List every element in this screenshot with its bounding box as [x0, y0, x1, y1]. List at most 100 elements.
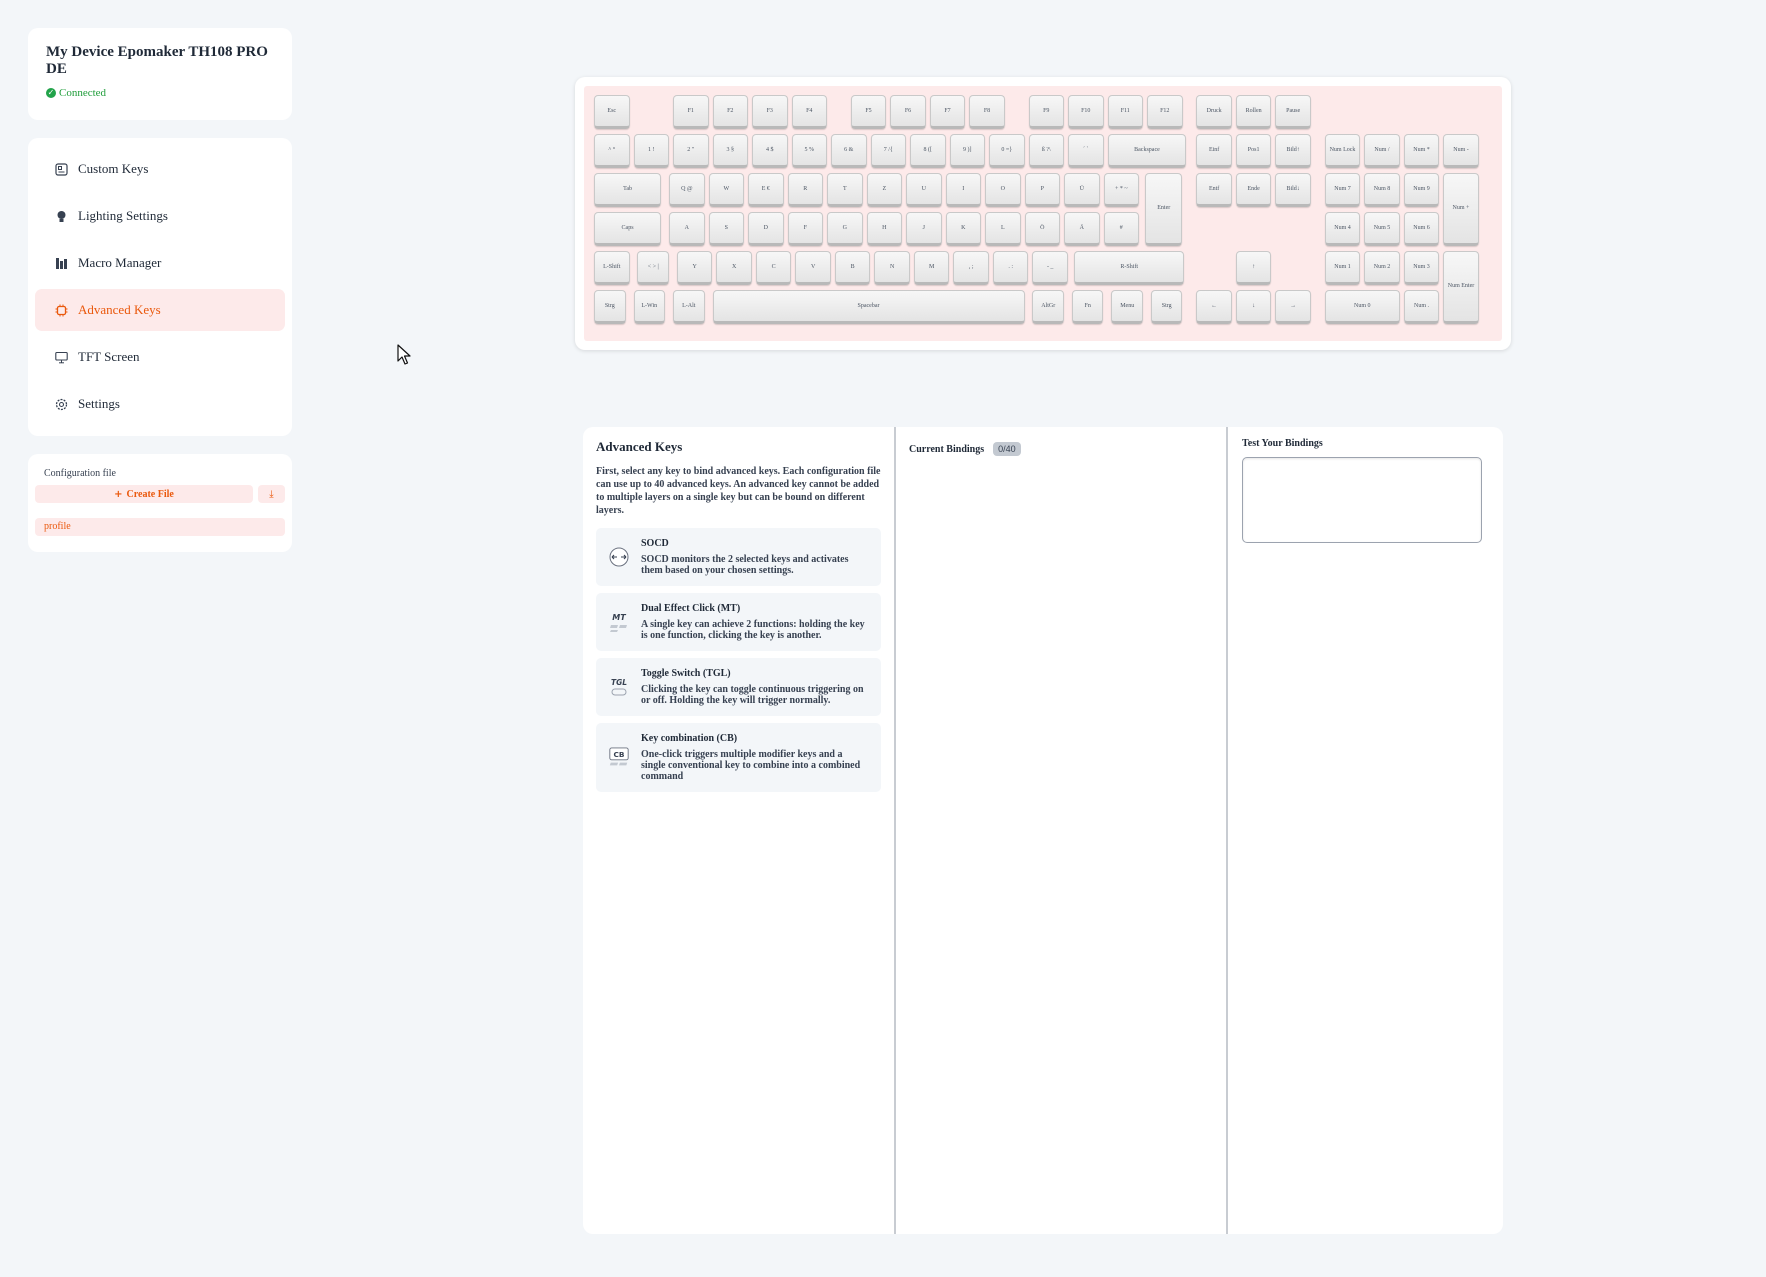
keyboard-key[interactable]: Num .: [1403, 290, 1440, 324]
keyboard-key[interactable]: Num Enter: [1443, 251, 1479, 324]
sidebar-item-lighting-settings[interactable]: Lighting Settings: [35, 195, 285, 237]
download-button[interactable]: ⤓: [258, 485, 285, 503]
keyboard-key[interactable]: Num Lock: [1324, 134, 1361, 168]
keyboard-key[interactable]: 9 )]: [949, 134, 985, 168]
keyboard-key[interactable]: Entf: [1196, 173, 1232, 207]
keyboard-key[interactable]: F3: [752, 95, 788, 129]
keyboard-key[interactable]: S: [708, 212, 745, 246]
keyboard-key[interactable]: Ü: [1064, 173, 1100, 207]
keyboard-key[interactable]: Ä: [1064, 212, 1100, 246]
keyboard-key[interactable]: 4 $: [752, 134, 788, 168]
keyboard-key[interactable]: Spacebar: [712, 290, 1025, 324]
sidebar-item-settings[interactable]: Settings: [35, 383, 285, 425]
keyboard-key[interactable]: AltGr: [1032, 290, 1064, 324]
keyboard-key[interactable]: Bild↓: [1275, 173, 1311, 207]
keyboard-key[interactable]: ß ?\: [1028, 134, 1064, 168]
keyboard-key[interactable]: F8: [969, 95, 1005, 129]
keyboard-key[interactable]: Rollen: [1235, 95, 1272, 129]
keyboard-key[interactable]: Num 4: [1324, 212, 1361, 246]
keyboard-key[interactable]: F1: [673, 95, 709, 129]
keyboard-key[interactable]: F10: [1068, 95, 1104, 129]
profile-item[interactable]: profile: [35, 518, 285, 536]
keyboard-key[interactable]: A: [669, 212, 705, 246]
sidebar-item-tft-screen[interactable]: TFT Screen: [35, 336, 285, 378]
socd-option[interactable]: SOCD SOCD monitors the 2 selected keys a…: [596, 528, 881, 586]
keyboard-key[interactable]: ←: [1196, 290, 1232, 324]
keyboard-key[interactable]: Num 6: [1403, 212, 1440, 246]
sidebar-item-custom-keys[interactable]: Custom Keys: [35, 148, 285, 190]
keyboard-key[interactable]: F: [787, 212, 824, 246]
keyboard-key[interactable]: Druck: [1196, 95, 1232, 129]
keyboard-key[interactable]: U: [906, 173, 942, 207]
keyboard-key[interactable]: F7: [929, 95, 966, 129]
keyboard-key[interactable]: < > |: [637, 251, 669, 285]
keyboard-key[interactable]: 2 ": [673, 134, 709, 168]
keyboard-key[interactable]: 3 §: [712, 134, 748, 168]
keyboard-key[interactable]: Num 9: [1403, 173, 1440, 207]
keyboard-key[interactable]: Bild↑: [1275, 134, 1311, 168]
keyboard-key[interactable]: 1 !: [633, 134, 669, 168]
keyboard-key[interactable]: Num +: [1443, 173, 1479, 246]
keyboard-key[interactable]: Num 7: [1324, 173, 1361, 207]
keyboard-key[interactable]: Backspace: [1107, 134, 1187, 168]
keyboard-key[interactable]: 7 /{: [870, 134, 906, 168]
keyboard-key[interactable]: F5: [850, 95, 887, 129]
keyboard-key[interactable]: W: [708, 173, 745, 207]
keyboard-key[interactable]: L-Alt: [673, 290, 705, 324]
keyboard-key[interactable]: 0 =}: [989, 134, 1025, 168]
test-bindings-input[interactable]: [1242, 457, 1482, 543]
keyboard-key[interactable]: V: [795, 251, 831, 285]
keyboard-key[interactable]: B: [834, 251, 871, 285]
keyboard-key[interactable]: + * ~: [1103, 173, 1140, 207]
keyboard-key[interactable]: Einf: [1196, 134, 1232, 168]
keyboard-key[interactable]: Fn: [1071, 290, 1104, 324]
keyboard-key[interactable]: I: [945, 173, 982, 207]
keyboard-key[interactable]: 6 &: [831, 134, 867, 168]
keyboard-key[interactable]: Num *: [1403, 134, 1440, 168]
keyboard-key[interactable]: #: [1103, 212, 1140, 246]
keyboard-key[interactable]: H: [866, 212, 903, 246]
keyboard-key[interactable]: X: [716, 251, 752, 285]
keyboard-key[interactable]: F12: [1147, 95, 1183, 129]
keyboard-key[interactable]: Z: [866, 173, 903, 207]
keyboard-key[interactable]: Num 3: [1403, 251, 1440, 285]
keyboard-key[interactable]: J: [906, 212, 942, 246]
keyboard-key[interactable]: , ;: [953, 251, 989, 285]
keyboard-key[interactable]: ↑: [1235, 251, 1272, 285]
keyboard-key[interactable]: Y: [676, 251, 713, 285]
keyboard-key[interactable]: Strg: [594, 290, 626, 324]
keyboard-key[interactable]: Num 2: [1364, 251, 1400, 285]
keyboard-key[interactable]: Num 5: [1364, 212, 1400, 246]
keyboard-key[interactable]: Esc: [594, 95, 630, 129]
keyboard-key[interactable]: 8 ([: [910, 134, 946, 168]
keyboard-key[interactable]: F11: [1107, 95, 1143, 129]
keyboard-key[interactable]: ↓: [1235, 290, 1272, 324]
keyboard-key[interactable]: N: [874, 251, 910, 285]
keyboard-key[interactable]: F4: [791, 95, 827, 129]
keyboard-key[interactable]: Q @: [669, 173, 705, 207]
sidebar-item-macro-manager[interactable]: Macro Manager: [35, 242, 285, 284]
keyboard-key[interactable]: - _: [1032, 251, 1068, 285]
keyboard-key[interactable]: G: [827, 212, 863, 246]
keyboard-key[interactable]: Ö: [1024, 212, 1061, 246]
keyboard-key[interactable]: T: [827, 173, 863, 207]
keyboard-key[interactable]: E €: [748, 173, 784, 207]
keyboard-key[interactable]: ^ °: [594, 134, 630, 168]
keyboard-key[interactable]: M: [913, 251, 950, 285]
keyboard-key[interactable]: R: [787, 173, 824, 207]
keyboard-key[interactable]: Num 0: [1324, 290, 1400, 324]
keyboard-key[interactable]: F9: [1028, 95, 1064, 129]
keyboard-key[interactable]: K: [945, 212, 982, 246]
keyboard-key[interactable]: Num 1: [1324, 251, 1361, 285]
keyboard-key[interactable]: C: [755, 251, 792, 285]
keyboard-key[interactable]: Pos1: [1235, 134, 1272, 168]
keyboard-key[interactable]: Strg: [1150, 290, 1183, 324]
keyboard-key[interactable]: L: [985, 212, 1021, 246]
keyboard-key[interactable]: L-Win: [633, 290, 666, 324]
keyboard-key[interactable]: Tab: [594, 173, 662, 207]
keyboard-key[interactable]: Pause: [1275, 95, 1311, 129]
keyboard-key[interactable]: Num -: [1443, 134, 1479, 168]
toggle-switch-option[interactable]: TGL Toggle Switch (TGL) Clicking the key…: [596, 658, 881, 716]
keyboard-key[interactable]: O: [985, 173, 1021, 207]
keyboard-key[interactable]: Num 8: [1364, 173, 1400, 207]
